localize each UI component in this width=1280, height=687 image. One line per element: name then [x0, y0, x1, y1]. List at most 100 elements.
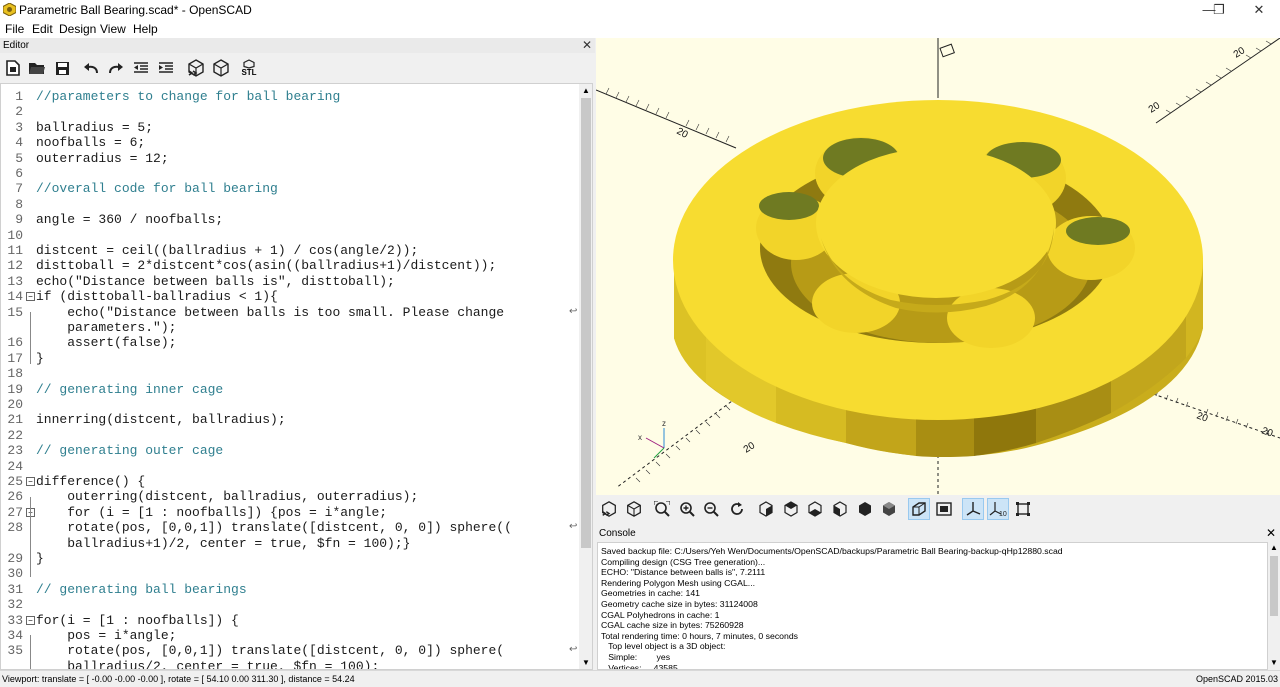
fold-guide [30, 497, 31, 577]
code-text: pos = i*angle; [36, 628, 177, 643]
zoom-in-icon[interactable] [676, 498, 698, 520]
editor-close-button[interactable]: ✕ [582, 38, 592, 52]
line-number: 30 [7, 566, 23, 582]
console-line: Geometries in cache: 141 [601, 588, 700, 599]
line-number: 21 [7, 412, 23, 428]
export-stl-icon[interactable]: STL [238, 58, 260, 78]
top-view-icon[interactable] [780, 498, 802, 520]
right-view-icon[interactable] [755, 498, 777, 520]
code-text: rotate(pos, [0,0,1]) translate([distcent… [36, 520, 512, 536]
back-view-icon[interactable] [878, 498, 900, 520]
code-text: //overall code for ball bearing [36, 181, 278, 197]
fold-marker[interactable]: − [26, 615, 35, 625]
line-number: 22 [7, 427, 23, 443]
version-label: OpenSCAD 2015.03 [1195, 674, 1278, 684]
unindent-icon[interactable] [131, 58, 151, 78]
line-number: 16 [7, 335, 23, 351]
code-line: 12 disttoball = 2*distcent*cos(asin((ball… [1, 258, 579, 273]
code-text: disttoball = 2*distcent*cos(asin((ballra… [36, 258, 497, 274]
menu-view[interactable]: View [100, 22, 126, 36]
line-number: 6 [15, 166, 23, 181]
fold-guide [30, 635, 31, 669]
preview-icon[interactable] [598, 498, 620, 520]
code-line: 13 echo("Distance between balls is", dist… [1, 274, 579, 289]
code-line: 2 [1, 104, 579, 119]
line-number: 18 [7, 366, 23, 382]
stl-label: STL [241, 68, 257, 77]
fold-marker[interactable]: − [26, 477, 35, 486]
console-line: ECHO: "Distance between balls is", 7.211… [601, 567, 766, 578]
perspective-icon[interactable] [908, 498, 930, 520]
line-number: 8 [15, 196, 23, 212]
console-output[interactable]: Saved backup file: C:/Users/Yeh Wen/Docu… [597, 542, 1268, 670]
code-line: ballradius/2, center = true, $fn = 100); [1, 659, 579, 669]
code-editor[interactable]: 1 //parameters to change for ball bearing… [0, 83, 593, 670]
code-line: 33− for(i = [1 : noofballs]) { [1, 613, 579, 628]
console-close-button[interactable]: ✕ [1266, 526, 1276, 540]
open-icon[interactable] [27, 58, 47, 78]
line-number: 7 [15, 181, 23, 197]
console-line: Saved backup file: C:/Users/Yeh Wen/Docu… [601, 546, 1063, 556]
front-view-icon[interactable] [854, 498, 876, 520]
code-line: 15 echo("Distance between balls is too s… [1, 305, 579, 320]
code-line: 30 [1, 566, 579, 581]
menu-design[interactable]: Design [59, 22, 96, 36]
show-axes-icon[interactable] [962, 498, 984, 520]
save-icon[interactable] [52, 58, 72, 78]
code-line: 4 noofballs = 6; [1, 135, 579, 150]
undo-icon[interactable] [81, 58, 101, 78]
3d-viewport[interactable]: 20 20 20 20 20 20 [596, 38, 1280, 495]
close-button[interactable]: ✕ [1236, 0, 1280, 20]
line-number: 23 [7, 443, 23, 459]
view-all-icon[interactable] [651, 498, 673, 520]
code-line: 34 pos = i*angle; [1, 628, 579, 643]
line-number: 20 [7, 397, 23, 412]
editor-scroll-thumb[interactable] [581, 98, 591, 548]
console-panel: Console ✕ Saved backup file: C:/Users/Ye… [596, 525, 1280, 670]
bottom-view-icon[interactable] [804, 498, 826, 520]
line-number: 28 [7, 520, 23, 536]
line-number: 15 [7, 304, 23, 320]
console-scrollbar[interactable]: ▲ ▼ [1268, 542, 1280, 670]
show-edges-icon[interactable] [1012, 498, 1034, 520]
code-line: 1 //parameters to change for ball bearing [1, 89, 579, 104]
code-line: 29} [1, 551, 579, 566]
new-icon[interactable] [3, 58, 23, 78]
menu-file[interactable]: File [5, 22, 24, 36]
console-line: Top level object is a 3D object: [601, 641, 726, 652]
line-number: 14 [7, 289, 23, 305]
show-scale-icon[interactable]: 10 [987, 498, 1009, 520]
left-view-icon[interactable] [829, 498, 851, 520]
line-number: 9 [15, 212, 23, 228]
code-line: 19 // generating inner cage [1, 382, 579, 397]
code-text: parameters."); [36, 320, 177, 335]
code-line: 35 rotate(pos, [0,0,1]) translate([distc… [1, 643, 579, 658]
render-icon[interactable] [210, 58, 232, 78]
line-number: 31 [7, 581, 23, 597]
fold-marker[interactable]: − [26, 292, 35, 302]
model-render: 20 20 20 20 20 20 [596, 38, 1280, 495]
line-number: 1 [15, 89, 23, 104]
axis-label: 20 [1260, 425, 1275, 439]
code-text: outerradius = 12; [36, 150, 169, 166]
preview-icon[interactable] [185, 58, 207, 78]
code-line: 10 [1, 228, 579, 243]
zoom-out-icon[interactable] [700, 498, 722, 520]
menu-edit[interactable]: Edit [32, 22, 53, 36]
code-line: 28 rotate(pos, [0,0,1]) translate([distc… [1, 520, 579, 535]
editor-scrollbar[interactable]: ▲ ▼ [579, 84, 592, 669]
line-number: 5 [15, 150, 23, 166]
indent-icon[interactable] [156, 58, 176, 78]
render-icon[interactable] [623, 498, 645, 520]
reset-view-icon[interactable] [726, 498, 748, 520]
redo-icon[interactable] [106, 58, 126, 78]
menu-help[interactable]: Help [133, 22, 158, 36]
code-line: 26 outerring(distcent, ballradius, outer… [1, 489, 579, 504]
code-text: echo("Distance between balls is", distto… [36, 273, 395, 289]
orthogonal-icon[interactable] [933, 498, 955, 520]
code-text: innerring(distcent, ballradius); [36, 412, 286, 428]
code-line: 3 ballradius = 5; [1, 120, 579, 135]
code-line: parameters."); [1, 320, 579, 335]
console-line: Compiling design (CSG Tree generation)..… [601, 556, 766, 567]
console-line: Geometry cache size in bytes: 31124008 [601, 599, 758, 609]
